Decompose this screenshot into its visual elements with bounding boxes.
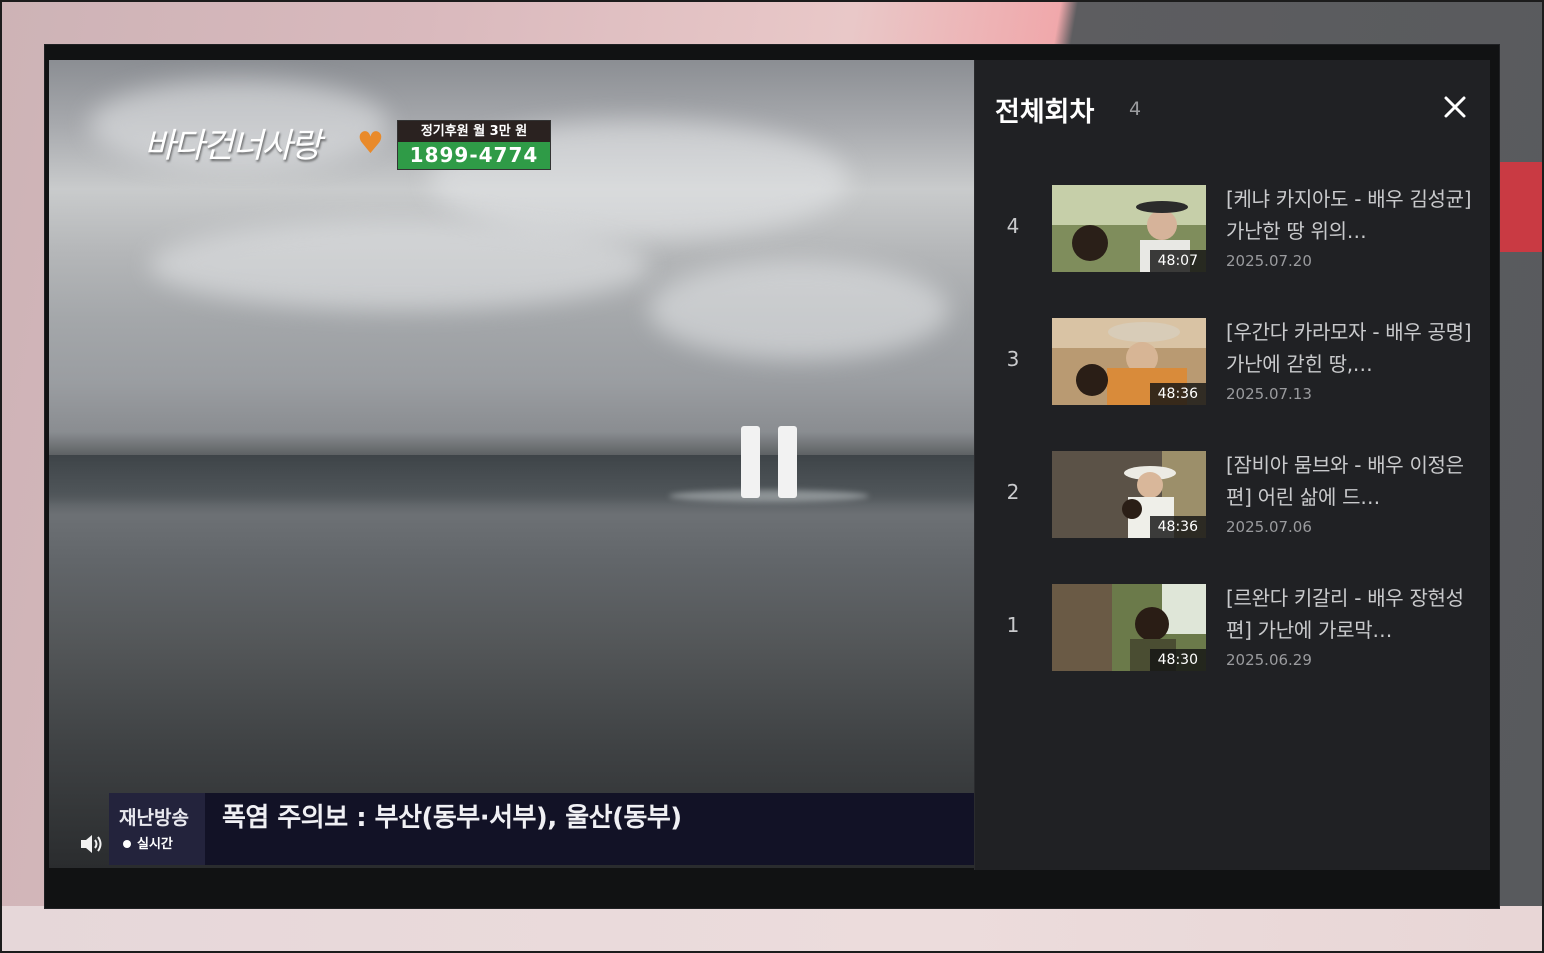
episode-count: 4	[1129, 98, 1142, 120]
episode-number: 1	[1006, 613, 1020, 637]
ticker-label-box: 재난방송 실시간	[109, 793, 205, 865]
episode-item[interactable]: 2 48:36 [잠비아 뭄브와 - 배우 이정은 편] 어린 삶에 드… 20…	[975, 451, 1491, 541]
episode-number: 2	[1006, 480, 1020, 504]
live-dot-icon	[123, 839, 131, 848]
donation-phone: 1899-4774	[398, 142, 550, 169]
episode-thumbnail: 48:36	[1052, 318, 1206, 405]
episode-title: [르완다 키갈리 - 배우 장현성 편] 가난에 가로막…	[1226, 586, 1464, 642]
episode-item[interactable]: 3 48:36 [우간다 카라모자 - 배우 공명] 가난에 갇힌 땅,… 20…	[975, 318, 1491, 408]
episode-thumbnail: 48:07	[1052, 185, 1206, 272]
episode-duration: 48:30	[1149, 649, 1206, 671]
episode-title: [케냐 카지아도 - 배우 김성균] 가난한 땅 위의…	[1226, 187, 1472, 243]
episode-duration: 48:36	[1149, 383, 1206, 405]
episode-panel: 전체회차 4 4 48:07 [케냐 카지아도 - 배우 김성균] 가난한 땅	[974, 60, 1490, 870]
episode-title: [잠비아 뭄브와 - 배우 이정은 편] 어린 삶에 드…	[1226, 453, 1464, 509]
episode-date: 2025.07.13	[1226, 385, 1312, 403]
shoreline	[49, 455, 974, 515]
episode-thumbnail: 48:30	[1052, 584, 1206, 671]
episode-item[interactable]: 4 48:07 [케냐 카지아도 - 배우 김성균] 가난한 땅 위의… 202…	[975, 185, 1491, 275]
episode-number: 4	[1006, 214, 1020, 238]
panel-title: 전체회차	[995, 97, 1095, 128]
episode-item[interactable]: 1 48:30 [르완다 키갈리 - 배우 장현성 편] 가난에 가로막… 20…	[975, 584, 1491, 674]
ticker-text: 폭염 주의보 : 부산(동부·서부), 울산(동부)	[222, 803, 682, 833]
close-icon[interactable]	[1441, 93, 1469, 121]
cloud	[649, 260, 949, 360]
program-logo: 바다건너사랑	[144, 126, 322, 166]
donation-banner: 정기후원 월 3만 원 1899-4774	[397, 120, 551, 170]
background-bottom	[2, 906, 1542, 951]
episode-duration: 48:07	[1149, 250, 1206, 272]
episode-date: 2025.06.29	[1226, 651, 1312, 669]
ticker-label: 재난방송	[119, 807, 189, 829]
cloud	[149, 220, 649, 310]
episode-duration: 48:36	[1149, 516, 1206, 538]
pause-icon[interactable]	[741, 426, 797, 498]
episode-number: 3	[1006, 347, 1020, 371]
video-player[interactable]: 바다건너사랑 ♥ 정기후원 월 3만 원 1899-4774 재난방송 실시간 …	[49, 60, 974, 868]
background-accent	[1497, 162, 1542, 252]
video-modal: 바다건너사랑 ♥ 정기후원 월 3만 원 1899-4774 재난방송 실시간 …	[44, 44, 1500, 909]
donation-text: 정기후원 월 3만 원	[398, 121, 550, 142]
episode-date: 2025.07.20	[1226, 252, 1312, 270]
episode-thumbnail: 48:36	[1052, 451, 1206, 538]
live-indicator: 실시간	[123, 833, 173, 852]
episode-title: [우간다 카라모자 - 배우 공명] 가난에 갇힌 땅,…	[1226, 320, 1472, 376]
heart-icon: ♥	[357, 126, 384, 161]
live-label: 실시간	[137, 837, 173, 852]
disaster-ticker: 재난방송 실시간 폭염 주의보 : 부산(동부·서부), 울산(동부)	[109, 793, 974, 865]
volume-icon[interactable]	[79, 832, 109, 856]
episode-date: 2025.07.06	[1226, 518, 1312, 536]
